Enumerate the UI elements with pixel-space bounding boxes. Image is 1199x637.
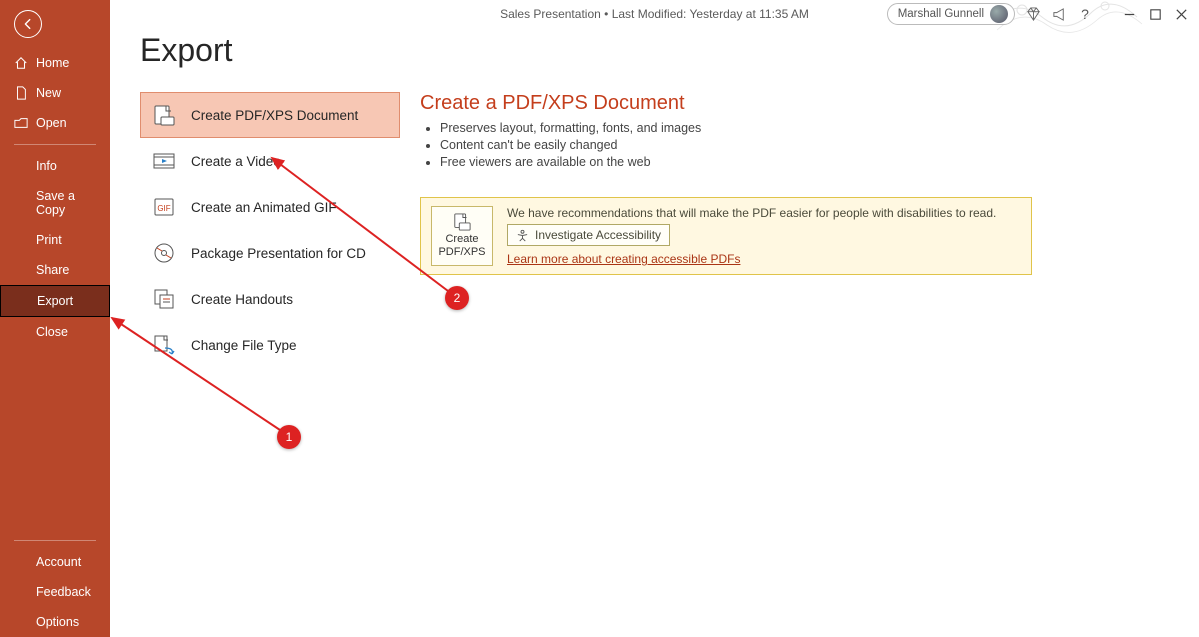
change-filetype-icon bbox=[151, 333, 177, 357]
export-option-label: Create an Animated GIF bbox=[191, 200, 337, 215]
sidebar-item-options[interactable]: Options bbox=[0, 607, 110, 637]
sidebar-item-label: New bbox=[36, 86, 61, 100]
sidebar-item-label: Open bbox=[36, 116, 67, 130]
pdf-export-icon bbox=[451, 213, 473, 231]
export-option-change-filetype[interactable]: Change File Type bbox=[140, 322, 400, 368]
sidebar-item-label: Export bbox=[37, 294, 73, 308]
export-option-label: Create Handouts bbox=[191, 292, 293, 307]
create-pdf-label-2: PDF/XPS bbox=[438, 246, 485, 259]
export-option-label: Package Presentation for CD bbox=[191, 246, 366, 261]
sidebar-item-label: Feedback bbox=[36, 585, 91, 599]
sidebar-item-export[interactable]: Export bbox=[0, 285, 110, 317]
sidebar-item-save-copy[interactable]: Save a Copy bbox=[0, 181, 110, 225]
sidebar-item-label: Save a Copy bbox=[36, 189, 104, 217]
sidebar-item-close[interactable]: Close bbox=[0, 317, 110, 347]
sidebar-separator bbox=[14, 540, 96, 541]
sidebar-item-label: Share bbox=[36, 263, 69, 277]
sidebar-item-account[interactable]: Account bbox=[0, 547, 110, 577]
create-pdf-button[interactable]: Create PDF/XPS bbox=[431, 206, 493, 266]
pdf-document-icon bbox=[151, 103, 177, 127]
sidebar-item-info[interactable]: Info bbox=[0, 151, 110, 181]
accessibility-info-box: Create PDF/XPS We have recommendations t… bbox=[420, 197, 1032, 275]
detail-bullet: Content can't be easily changed bbox=[440, 138, 1060, 152]
cd-icon bbox=[151, 241, 177, 265]
export-options-list: Create PDF/XPS Document Create a Video G… bbox=[140, 92, 400, 637]
export-option-label: Create a Video bbox=[191, 154, 281, 169]
export-page: Export Create PDF/XPS Document Create a … bbox=[110, 0, 1199, 637]
detail-bullet-list: Preserves layout, formatting, fonts, and… bbox=[420, 121, 1060, 169]
sidebar-item-home[interactable]: Home bbox=[0, 48, 110, 78]
sidebar-item-label: Options bbox=[36, 615, 79, 629]
sidebar-item-label: Home bbox=[36, 56, 69, 70]
folder-open-icon bbox=[14, 116, 28, 130]
handouts-icon bbox=[151, 287, 177, 311]
export-option-label: Create PDF/XPS Document bbox=[191, 108, 358, 123]
sidebar-item-print[interactable]: Print bbox=[0, 225, 110, 255]
investigate-accessibility-button[interactable]: Investigate Accessibility bbox=[507, 224, 670, 246]
accessibility-info-text: We have recommendations that will make t… bbox=[507, 206, 1021, 220]
export-option-pdf[interactable]: Create PDF/XPS Document bbox=[140, 92, 400, 138]
sidebar-item-label: Close bbox=[36, 325, 68, 339]
sidebar-item-new[interactable]: New bbox=[0, 78, 110, 108]
document-icon bbox=[14, 86, 28, 100]
export-option-handouts[interactable]: Create Handouts bbox=[140, 276, 400, 322]
detail-heading: Create a PDF/XPS Document bbox=[420, 92, 1060, 115]
investigate-label: Investigate Accessibility bbox=[535, 228, 661, 242]
back-button[interactable] bbox=[14, 10, 42, 38]
detail-bullet: Free viewers are available on the web bbox=[440, 155, 1060, 169]
page-title: Export bbox=[140, 32, 232, 69]
export-option-video[interactable]: Create a Video bbox=[140, 138, 400, 184]
export-option-label: Change File Type bbox=[191, 338, 297, 353]
backstage-sidebar: Home New Open Info Save a Copy Print Sha… bbox=[0, 0, 110, 637]
gif-icon: GIF bbox=[151, 195, 177, 219]
sidebar-separator bbox=[14, 144, 96, 145]
export-detail-panel: Create a PDF/XPS Document Preserves layo… bbox=[420, 92, 1060, 637]
arrow-left-icon bbox=[21, 17, 35, 31]
home-icon bbox=[14, 56, 28, 70]
export-option-package-cd[interactable]: Package Presentation for CD bbox=[140, 230, 400, 276]
sidebar-item-label: Info bbox=[36, 159, 57, 173]
sidebar-item-feedback[interactable]: Feedback bbox=[0, 577, 110, 607]
sidebar-item-open[interactable]: Open bbox=[0, 108, 110, 138]
accessibility-person-icon bbox=[516, 229, 529, 242]
sidebar-item-share[interactable]: Share bbox=[0, 255, 110, 285]
export-option-gif[interactable]: GIF Create an Animated GIF bbox=[140, 184, 400, 230]
detail-bullet: Preserves layout, formatting, fonts, and… bbox=[440, 121, 1060, 135]
accessible-pdf-link[interactable]: Learn more about creating accessible PDF… bbox=[507, 252, 740, 266]
create-pdf-label-1: Create bbox=[445, 233, 478, 246]
sidebar-item-label: Account bbox=[36, 555, 81, 569]
sidebar-item-label: Print bbox=[36, 233, 62, 247]
video-icon bbox=[151, 149, 177, 173]
svg-text:GIF: GIF bbox=[157, 204, 170, 213]
